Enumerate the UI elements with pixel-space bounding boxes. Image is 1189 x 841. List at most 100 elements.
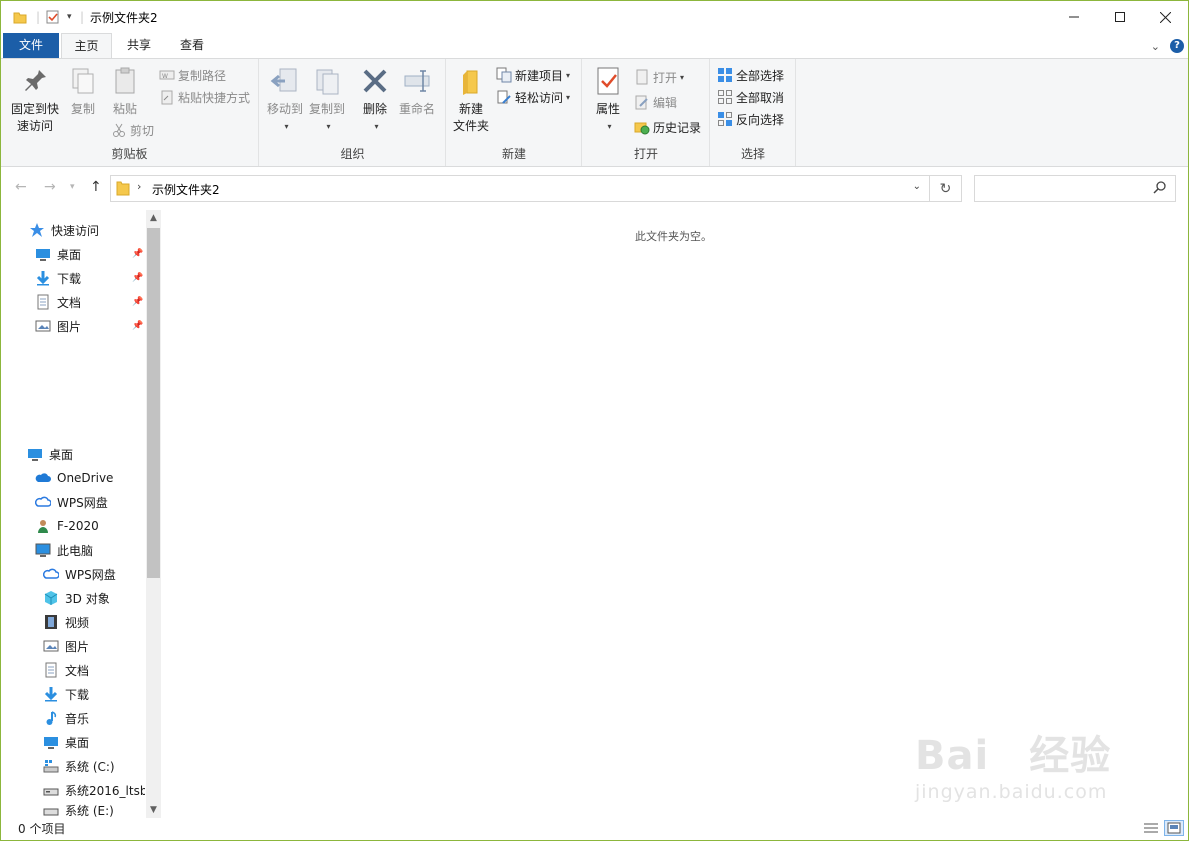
nav-desktop[interactable]: 桌面 (27, 442, 73, 466)
nav-label: 桌面 (57, 247, 82, 262)
expand-ribbon-icon[interactable]: ⌄ (1151, 40, 1160, 53)
minimize-icon (1069, 16, 1079, 18)
download-arrow-icon (43, 686, 59, 702)
history-label: 历史记录 (653, 120, 702, 135)
ribbon: 固定到快 速访问 复制 粘贴 W 复制路径 粘贴快捷方式 剪切 剪贴板 移动到 … (1, 58, 1188, 167)
refresh-button[interactable]: ↻ (930, 175, 962, 202)
paste-button[interactable]: 粘贴 (107, 65, 143, 118)
nav-quick-pictures[interactable]: 图片 (35, 314, 81, 338)
copy-path-button[interactable]: W 复制路径 (159, 65, 226, 85)
move-to-button[interactable]: 移动到 ▾ (265, 65, 305, 135)
nav-pc-pictures[interactable]: 图片 (43, 634, 89, 658)
search-box[interactable] (974, 175, 1176, 202)
tab-home[interactable]: 主页 (61, 33, 112, 59)
cut-button[interactable]: 剪切 (111, 120, 154, 140)
nav-label: 此电脑 (57, 543, 94, 558)
nav-wps-drive[interactable]: WPS网盘 (35, 490, 108, 514)
history-button[interactable]: 历史记录 (634, 117, 701, 137)
rename-button[interactable]: 重命名 (396, 65, 438, 118)
item-count: 0 个项目 (18, 822, 66, 836)
invert-selection-button[interactable]: 反向选择 (717, 109, 784, 129)
breadcrumb-chevron-icon[interactable]: › (137, 180, 141, 193)
scrollbar-thumb[interactable] (147, 228, 160, 578)
nav-pc-music[interactable]: 音乐 (43, 706, 89, 730)
search-input[interactable] (979, 180, 1149, 197)
pinned-icon: 📌 (132, 297, 144, 307)
scroll-up-icon[interactable]: ▲ (146, 210, 161, 226)
close-button[interactable] (1142, 1, 1188, 33)
edit-button[interactable]: 编辑 (634, 92, 677, 112)
address-bar[interactable]: › 示例文件夹2 ⌄ (110, 175, 930, 202)
nav-pc-downloads[interactable]: 下载 (43, 682, 89, 706)
nav-pc-videos[interactable]: 视频 (43, 610, 89, 634)
delete-label: 删除 (362, 102, 387, 116)
pin-quick-access-button[interactable]: 固定到快 速访问 (9, 65, 61, 135)
video-film-icon (43, 614, 59, 630)
details-view-icon (1144, 823, 1158, 833)
forward-arrow-icon[interactable]: → (44, 179, 56, 195)
nav-drive-ltsb[interactable]: 系统2016_ltsb (43, 778, 145, 802)
edit-pencil-icon (634, 94, 650, 110)
tab-view[interactable]: 查看 (166, 33, 218, 58)
minimize-button[interactable] (1051, 1, 1097, 33)
select-all-icon (717, 67, 733, 83)
close-icon (1159, 11, 1171, 23)
nav-scrollbar[interactable]: ▲ ▼ (146, 210, 161, 818)
easy-access-button[interactable]: 轻松访问 ▾ (496, 87, 570, 107)
nav-pc-wps[interactable]: WPS网盘 (43, 562, 116, 586)
properties-quick-icon[interactable] (46, 9, 60, 25)
new-folder-button[interactable]: 新建 文件夹 (451, 65, 491, 135)
delete-dropdown-icon: ▾ (374, 122, 379, 131)
copy-to-button[interactable]: 复制到 ▾ (307, 65, 347, 135)
address-history-dropdown-icon[interactable]: ⌄ (913, 181, 921, 192)
back-arrow-icon[interactable]: ← (15, 179, 27, 195)
delete-button[interactable]: 删除 ▾ (358, 65, 392, 135)
nav-this-pc[interactable]: 此电脑 (35, 538, 93, 562)
new-item-dropdown-icon: ▾ (566, 70, 571, 80)
nav-pc-desktop[interactable]: 桌面 (43, 730, 89, 754)
help-icon[interactable]: ? (1170, 39, 1184, 53)
drive-icon (43, 782, 59, 798)
pinned-icon: 📌 (132, 249, 144, 259)
tab-share[interactable]: 共享 (114, 33, 164, 58)
tab-file[interactable]: 文件 (3, 33, 59, 58)
scroll-down-icon[interactable]: ▼ (146, 802, 161, 818)
select-none-button[interactable]: 全部取消 (717, 87, 784, 107)
nav-label: 下载 (65, 687, 90, 702)
nav-pc-documents[interactable]: 文档 (43, 658, 89, 682)
properties-button[interactable]: 属性 ▾ (591, 65, 625, 135)
group-open: 属性 ▾ 打开 ▾ 编辑 历史记录 打开 (583, 59, 710, 166)
customize-quick-access-icon[interactable]: ▾ (67, 9, 72, 25)
nav-label: WPS网盘 (57, 495, 108, 510)
nav-quick-downloads[interactable]: 下载 (35, 266, 81, 290)
breadcrumb-current[interactable]: 示例文件夹2 (152, 181, 220, 198)
nav-user[interactable]: F-2020 (35, 514, 99, 538)
desktop-icon (27, 446, 43, 462)
ribbon-controls: ⌄ ? (1151, 39, 1184, 53)
nav-label: 音乐 (65, 711, 90, 726)
nav-onedrive[interactable]: OneDrive (35, 466, 113, 490)
up-arrow-icon[interactable]: ↑ (90, 179, 102, 195)
copy-icon (67, 65, 99, 97)
nav-quick-access[interactable]: 快速访问 (29, 218, 99, 242)
large-icons-view-button[interactable] (1164, 820, 1184, 836)
cut-label: 剪切 (130, 123, 155, 138)
details-view-button[interactable] (1141, 820, 1161, 836)
nav-drive-c[interactable]: 系统 (C:) (43, 754, 115, 778)
nav-drive-e[interactable]: 系统 (E:) (43, 802, 114, 818)
copy-button[interactable]: 复制 (65, 65, 101, 118)
nav-quick-desktop[interactable]: 桌面 (35, 242, 81, 266)
nav-pc-3d-objects[interactable]: 3D 对象 (43, 586, 110, 610)
pin-icon (19, 65, 51, 97)
folder-icon (13, 9, 27, 25)
new-item-button[interactable]: 新建项目 ▾ (496, 65, 570, 85)
recent-locations-icon[interactable]: ▾ (70, 182, 75, 192)
open-button[interactable]: 打开 ▾ (634, 67, 684, 87)
nav-label: 图片 (57, 319, 82, 334)
maximize-button[interactable] (1097, 1, 1143, 33)
paste-shortcut-button[interactable]: 粘贴快捷方式 (159, 87, 250, 107)
nav-quick-documents[interactable]: 文档 (35, 290, 81, 314)
select-all-button[interactable]: 全部选择 (717, 65, 784, 85)
drive-icon (43, 802, 59, 818)
download-arrow-icon (35, 270, 51, 286)
